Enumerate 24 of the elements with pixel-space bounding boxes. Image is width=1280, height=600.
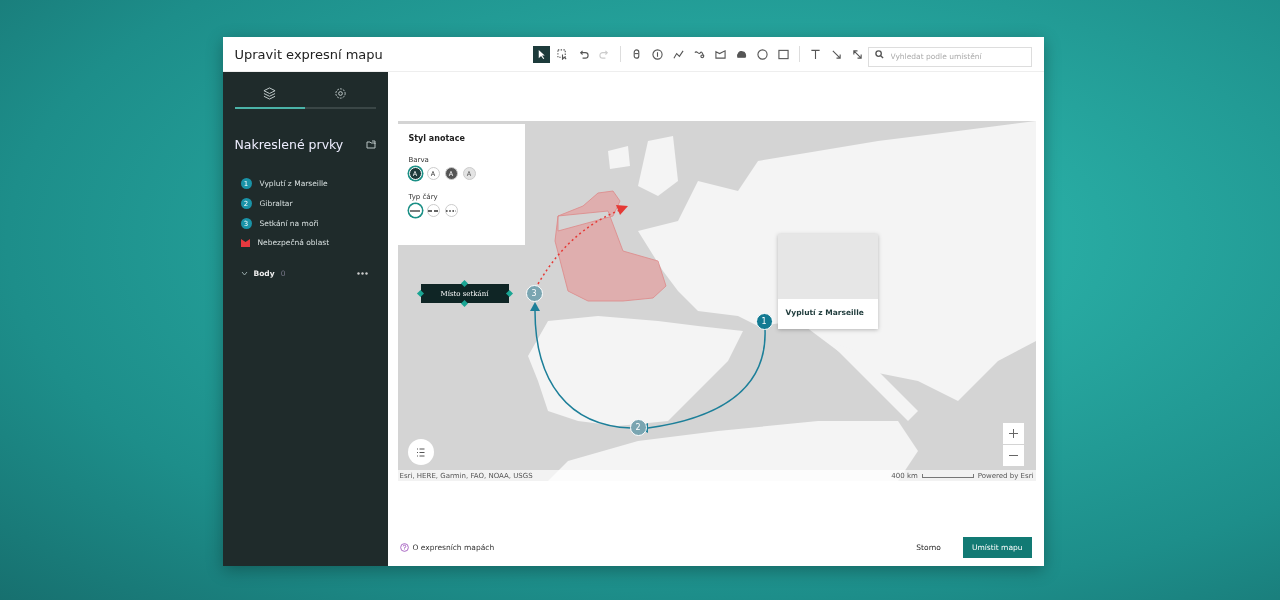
select-tool-icon[interactable] [532, 45, 550, 63]
plus-icon [1008, 429, 1018, 438]
panel-title: Nakreslené prvky [234, 137, 344, 152]
layers-tab[interactable] [234, 84, 305, 109]
search-icon [874, 50, 884, 59]
solid-line-option[interactable] [408, 204, 422, 217]
dotted-line-icon [446, 209, 456, 212]
help-icon [399, 543, 409, 552]
solid-line-icon [410, 209, 420, 212]
dashed-line-icon [428, 209, 438, 212]
zoom-in-button[interactable] [1002, 423, 1024, 444]
list-icon [416, 447, 425, 457]
land-shape [607, 146, 630, 169]
dashed-line-option[interactable] [426, 204, 440, 217]
panel-title: Styl anotace [408, 134, 465, 143]
window-title: Upravit expresní mapu [234, 46, 384, 62]
scale-bar [921, 473, 974, 478]
area-icon [240, 238, 250, 247]
export-icon[interactable] [365, 140, 376, 149]
more-icon[interactable] [356, 272, 368, 275]
gear-icon [333, 87, 347, 100]
caret-icon[interactable] [240, 271, 248, 276]
layers-icon [263, 87, 277, 100]
dotted-line-option[interactable] [444, 204, 458, 217]
